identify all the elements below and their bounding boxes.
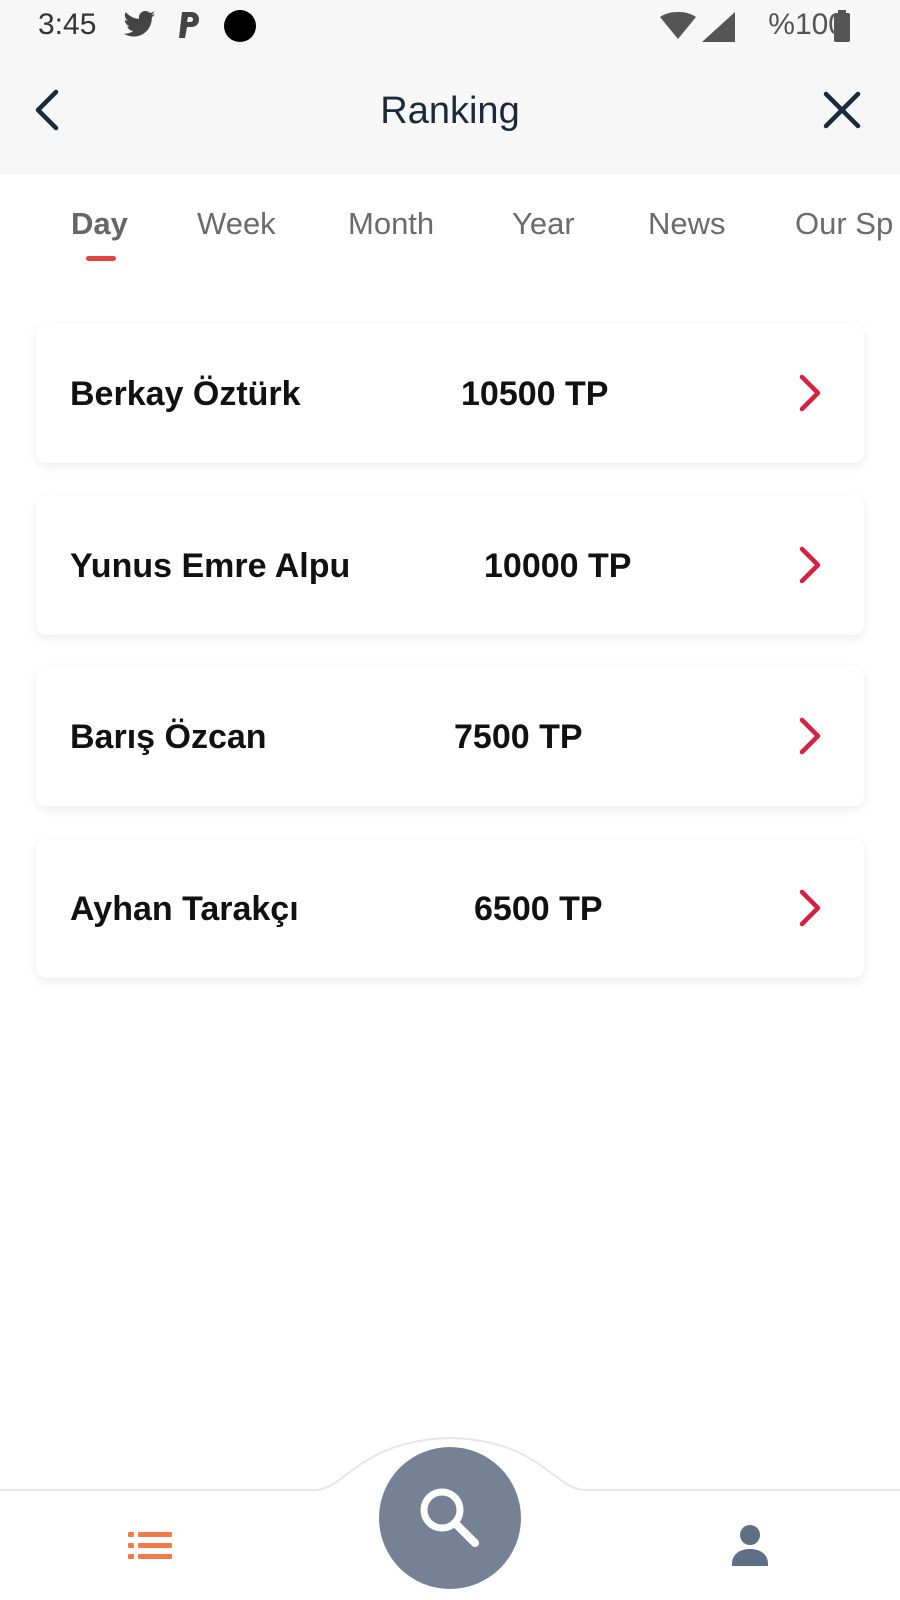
search-icon (420, 1488, 479, 1547)
close-button[interactable] (820, 88, 864, 132)
player-points: 7500 TP (454, 718, 583, 756)
active-tab-indicator (86, 256, 116, 261)
ranking-screen: 3:45 %100 Ranking Day Week Month Year Ne… (0, 0, 900, 1600)
chevron-right-icon[interactable] (796, 545, 824, 585)
battery-icon (834, 10, 850, 42)
signal-icon (702, 12, 735, 42)
ranking-card[interactable]: Barış Özcan 7500 TP (36, 666, 864, 806)
p-app-icon (179, 12, 199, 38)
user-icon (732, 1525, 768, 1566)
tab-year[interactable]: Year (512, 206, 575, 242)
tab-week[interactable]: Week (197, 206, 276, 242)
list-menu-button[interactable] (128, 1530, 172, 1562)
chevron-right-icon[interactable] (796, 716, 824, 756)
dot-icon (224, 10, 256, 42)
tab-month[interactable]: Month (348, 206, 434, 242)
tab-day[interactable]: Day (71, 206, 128, 242)
player-name: Yunus Emre Alpu (70, 547, 351, 585)
app-bar: Ranking (0, 52, 900, 174)
search-button[interactable] (379, 1447, 521, 1589)
status-time: 3:45 (38, 8, 97, 41)
tab-our-sp[interactable]: Our Sp (795, 206, 893, 242)
player-name: Berkay Öztürk (70, 375, 301, 413)
chevron-right-icon[interactable] (796, 373, 824, 413)
tab-news[interactable]: News (648, 206, 726, 242)
player-points: 6500 TP (474, 890, 603, 928)
player-points: 10500 TP (461, 375, 609, 413)
wifi-icon (660, 12, 696, 39)
player-name: Ayhan Tarakçı (70, 890, 299, 928)
player-name: Barış Özcan (70, 718, 267, 756)
ranking-card[interactable]: Yunus Emre Alpu 10000 TP (36, 495, 864, 635)
page-title: Ranking (380, 90, 520, 132)
close-icon (823, 91, 861, 129)
chevron-right-icon[interactable] (796, 888, 824, 928)
list-icon (128, 1532, 172, 1559)
twitter-icon (123, 11, 155, 37)
status-bar: 3:45 %100 (0, 0, 900, 52)
ranking-card[interactable]: Berkay Öztürk 10500 TP (36, 323, 864, 463)
player-points: 10000 TP (484, 547, 632, 585)
profile-button[interactable] (730, 1524, 770, 1566)
period-tabs: Day Week Month Year News Our Sp (0, 174, 900, 274)
ranking-card[interactable]: Ayhan Tarakçı 6500 TP (36, 838, 864, 978)
